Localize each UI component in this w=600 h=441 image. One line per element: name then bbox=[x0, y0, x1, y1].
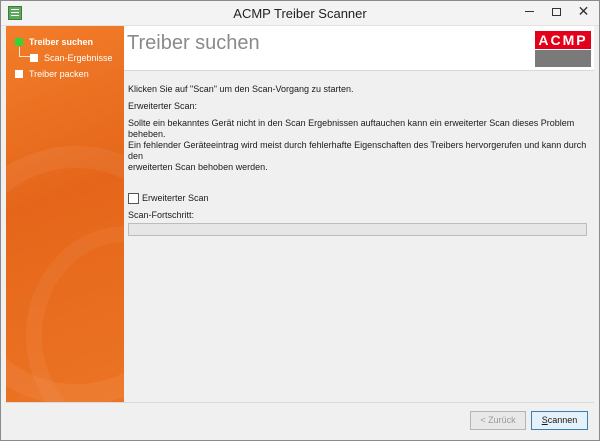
scan-button[interactable]: Scannen bbox=[531, 411, 588, 430]
extended-scan-checkbox-label[interactable]: Erweiterter Scan bbox=[142, 193, 209, 204]
minimize-icon bbox=[525, 11, 534, 13]
minimize-button[interactable] bbox=[516, 1, 543, 23]
progress-label: Scan-Fortschritt: bbox=[128, 210, 195, 220]
step-indicator-icon bbox=[15, 70, 23, 78]
maximize-button[interactable] bbox=[543, 1, 570, 23]
app-window: ACMP Treiber Scanner ✕ Treiber suchen Sc… bbox=[0, 0, 600, 441]
logo-text: ACMP bbox=[535, 31, 591, 49]
close-icon: ✕ bbox=[577, 3, 590, 19]
step-indicator-icon bbox=[30, 54, 38, 62]
page-title: Treiber suchen bbox=[127, 32, 260, 54]
logo-bar bbox=[535, 50, 591, 67]
scan-button-label: cannen bbox=[547, 415, 578, 425]
maximize-icon bbox=[552, 7, 561, 16]
extended-scan-checkbox[interactable] bbox=[128, 193, 139, 204]
tree-connector bbox=[19, 47, 20, 56]
sidebar-step-label: Treiber packen bbox=[29, 69, 89, 79]
acmp-logo: ACMP bbox=[535, 31, 591, 67]
main-content: Klicken Sie auf "Scan" um den Scan-Vorga… bbox=[124, 72, 594, 402]
scan-progress-bar bbox=[128, 223, 587, 236]
back-button[interactable]: < Zurück bbox=[470, 411, 526, 430]
window-title: ACMP Treiber Scanner bbox=[233, 6, 367, 21]
close-button[interactable]: ✕ bbox=[570, 1, 597, 23]
page-header: Treiber suchen ACMP bbox=[124, 26, 594, 71]
wizard-sidebar: Treiber suchen Scan-Ergebnisse Treiber p… bbox=[6, 26, 124, 402]
intro-text: Klicken Sie auf "Scan" um den Scan-Vorga… bbox=[128, 84, 354, 94]
sidebar-step-label: Scan-Ergebnisse bbox=[44, 53, 113, 63]
tree-connector bbox=[19, 56, 30, 57]
extended-scan-heading: Erweiterter Scan: bbox=[128, 101, 198, 111]
footer-divider bbox=[6, 402, 594, 403]
sidebar-step-label: Treiber suchen bbox=[29, 37, 94, 47]
title-bar[interactable]: ACMP Treiber Scanner ✕ bbox=[1, 1, 599, 26]
step-active-indicator-icon bbox=[15, 38, 23, 46]
extended-scan-description: Sollte ein bekanntes Gerät nicht in den … bbox=[128, 118, 587, 172]
